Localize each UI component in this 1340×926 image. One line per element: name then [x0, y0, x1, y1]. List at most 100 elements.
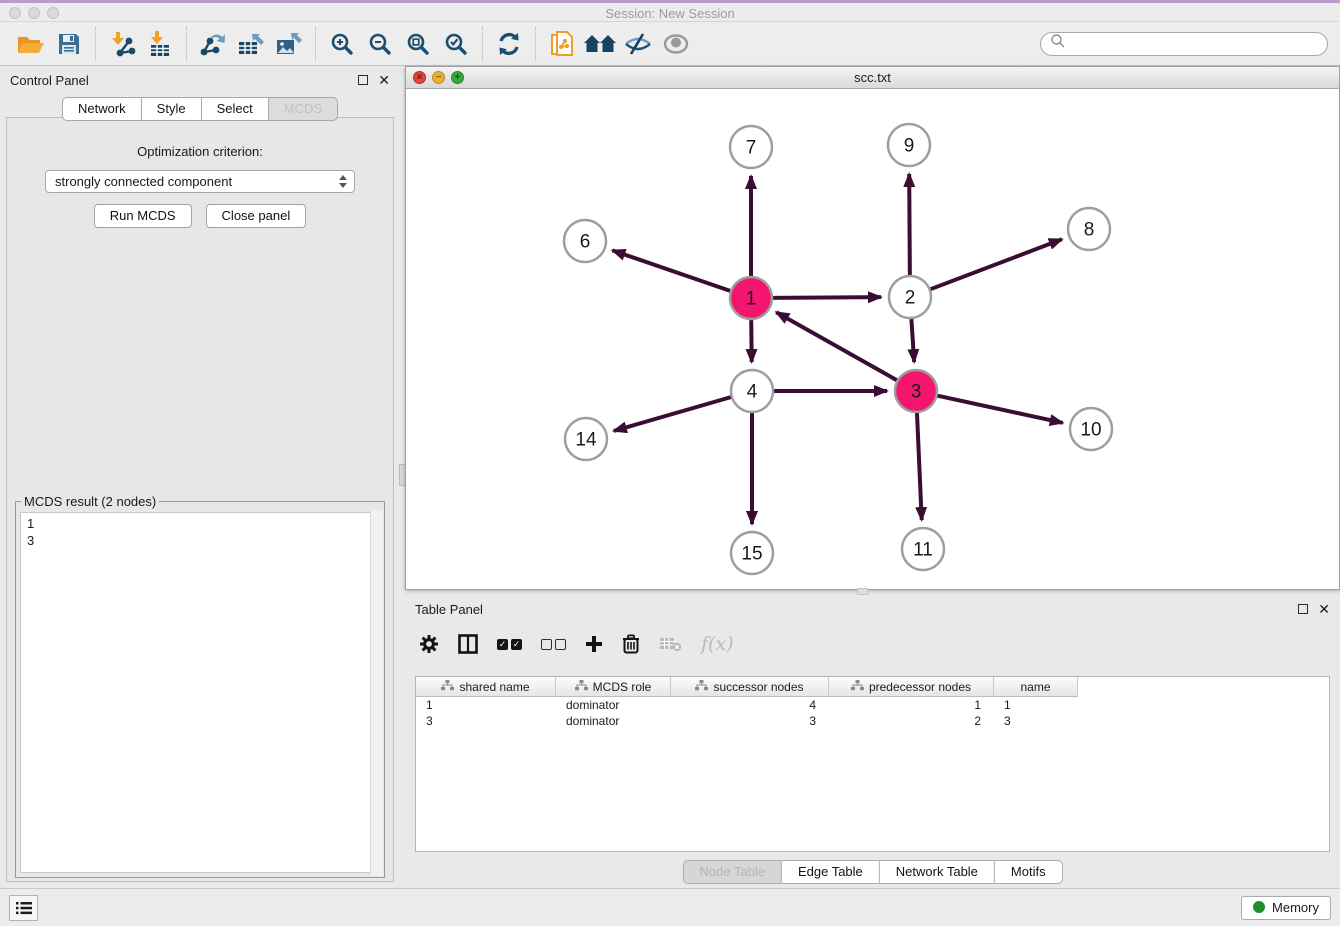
task-history-button[interactable] [9, 895, 38, 921]
graph-node-4[interactable]: 4 [731, 370, 773, 412]
cell-name[interactable]: 3 [994, 714, 1078, 728]
edge-2-to-3[interactable] [911, 319, 914, 362]
import-table-icon[interactable] [141, 26, 179, 62]
graph-node-2[interactable]: 2 [889, 276, 931, 318]
import-network-icon[interactable] [103, 26, 141, 62]
split-columns-icon[interactable] [458, 634, 478, 654]
export-table-icon[interactable] [232, 26, 270, 62]
settings-gear-icon[interactable] [419, 634, 439, 654]
graph-node-3[interactable]: 3 [895, 370, 937, 412]
deselect-all-checkboxes-icon[interactable] [541, 639, 566, 650]
export-image-icon[interactable] [270, 26, 308, 62]
optimization-criterion-label: Optimization criterion: [7, 144, 393, 159]
svg-text:3: 3 [911, 382, 922, 403]
control-tab-network[interactable]: Network [62, 97, 142, 121]
save-session-icon[interactable] [50, 26, 88, 62]
search-input[interactable] [1071, 35, 1318, 52]
zoom-out-icon[interactable] [361, 26, 399, 62]
table-tab-motifs[interactable]: Motifs [995, 860, 1063, 884]
cell-shared-name[interactable]: 1 [416, 698, 556, 712]
export-network-icon[interactable] [194, 26, 232, 62]
cell-predecessor-nodes[interactable]: 1 [829, 698, 994, 712]
home-layout-icon[interactable] [581, 26, 619, 62]
refresh-icon[interactable] [490, 26, 528, 62]
edge-2-to-8[interactable] [931, 239, 1062, 289]
edge-3-to-10[interactable] [937, 396, 1062, 423]
node-table[interactable]: shared nameMCDS rolesuccessor nodesprede… [415, 676, 1330, 852]
horizontal-splitter-handle[interactable] [857, 588, 868, 595]
column-header-shared-name[interactable]: shared name [416, 677, 556, 697]
control-tab-select[interactable]: Select [202, 97, 269, 121]
close-panel-icon[interactable]: ✕ [378, 75, 390, 85]
hide-panel-eye-slash-icon[interactable] [619, 26, 657, 62]
edge-4-to-14[interactable] [614, 397, 731, 431]
close-table-panel-icon[interactable]: ✕ [1318, 604, 1330, 614]
zoom-selected-icon[interactable] [437, 26, 475, 62]
float-table-panel-icon[interactable] [1298, 604, 1308, 614]
criterion-dropdown[interactable]: strongly connected component [45, 170, 355, 193]
copy-network-view-icon[interactable] [543, 26, 581, 62]
control-tab-style[interactable]: Style [142, 97, 202, 121]
control-panel-header: Control Panel ✕ [0, 66, 400, 94]
open-file-icon[interactable] [12, 26, 50, 62]
cell-shared-name[interactable]: 3 [416, 714, 556, 728]
run-mcds-button[interactable]: Run MCDS [94, 204, 192, 228]
edge-3-to-1[interactable] [776, 312, 897, 380]
show-panel-eye-icon[interactable] [657, 26, 695, 62]
delete-column-trash-icon[interactable] [622, 634, 640, 654]
graph-node-8[interactable]: 8 [1068, 208, 1110, 250]
table-panel-tabs: Node TableEdge TableNetwork TableMotifs [682, 860, 1062, 884]
select-all-checkboxes-icon[interactable]: ✓✓ [497, 639, 522, 650]
cell-MCDS-role[interactable]: dominator [556, 714, 671, 728]
edge-1-to-2[interactable] [773, 297, 881, 298]
graph-node-7[interactable]: 7 [730, 126, 772, 168]
hierarchy-icon [575, 680, 588, 694]
cell-MCDS-role[interactable]: dominator [556, 698, 671, 712]
close-panel-button[interactable]: Close panel [206, 204, 307, 228]
status-bar: Memory [0, 888, 1340, 926]
graph-node-9[interactable]: 9 [888, 124, 930, 166]
control-panel-tabs: NetworkStyleSelectMCDS [62, 97, 338, 121]
search-field[interactable] [1040, 32, 1328, 56]
graph-node-14[interactable]: 14 [565, 418, 607, 460]
network-window-titlebar[interactable]: × − + scc.txt [406, 67, 1339, 89]
column-header-predecessor-nodes[interactable]: predecessor nodes [829, 677, 994, 697]
control-tab-mcds[interactable]: MCDS [269, 97, 338, 121]
cell-predecessor-nodes[interactable]: 2 [829, 714, 994, 728]
table-row[interactable]: 1dominator411 [416, 697, 1329, 713]
table-tab-edge-table[interactable]: Edge Table [782, 860, 880, 884]
column-header-successor-nodes[interactable]: successor nodes [671, 677, 829, 697]
svg-text:1: 1 [746, 289, 757, 310]
node-table-header: shared nameMCDS rolesuccessor nodesprede… [416, 677, 1329, 697]
graph-node-11[interactable]: 11 [902, 528, 944, 570]
float-panel-icon[interactable] [358, 75, 368, 85]
result-scrollbar[interactable] [370, 510, 383, 876]
zoom-fit-icon[interactable] [399, 26, 437, 62]
memory-status-icon [1253, 901, 1265, 913]
mcds-result-text[interactable]: 1 3 [20, 512, 380, 873]
edge-2-to-9[interactable] [909, 174, 910, 275]
memory-button[interactable]: Memory [1241, 896, 1331, 920]
edge-1-to-6[interactable] [612, 250, 730, 290]
table-panel-header: Table Panel ✕ [405, 595, 1340, 623]
column-header-name[interactable]: name [994, 677, 1078, 697]
table-row[interactable]: 3dominator323 [416, 713, 1329, 729]
control-panel-title: Control Panel [10, 73, 89, 88]
network-canvas[interactable]: 7 9 6 8 1 2 4 3 14 10 15 11 [406, 89, 1339, 589]
cell-successor-nodes[interactable]: 4 [671, 698, 829, 712]
graph-node-10[interactable]: 10 [1070, 408, 1112, 450]
graph-node-1[interactable]: 1 [730, 277, 772, 319]
edge-3-to-11[interactable] [917, 413, 922, 520]
table-tab-network-table[interactable]: Network Table [880, 860, 995, 884]
column-header-MCDS-role[interactable]: MCDS role [556, 677, 671, 697]
svg-text:9: 9 [904, 136, 915, 157]
hierarchy-icon [851, 680, 864, 694]
cell-name[interactable]: 1 [994, 698, 1078, 712]
cell-successor-nodes[interactable]: 3 [671, 714, 829, 728]
graph-node-15[interactable]: 15 [731, 532, 773, 574]
table-panel: Table Panel ✕ ✓✓ f(x) shared nameMCDS r [405, 595, 1340, 888]
zoom-in-icon[interactable] [323, 26, 361, 62]
table-tab-node-table[interactable]: Node Table [682, 860, 782, 884]
add-column-plus-icon[interactable] [585, 635, 603, 653]
graph-node-6[interactable]: 6 [564, 220, 606, 262]
